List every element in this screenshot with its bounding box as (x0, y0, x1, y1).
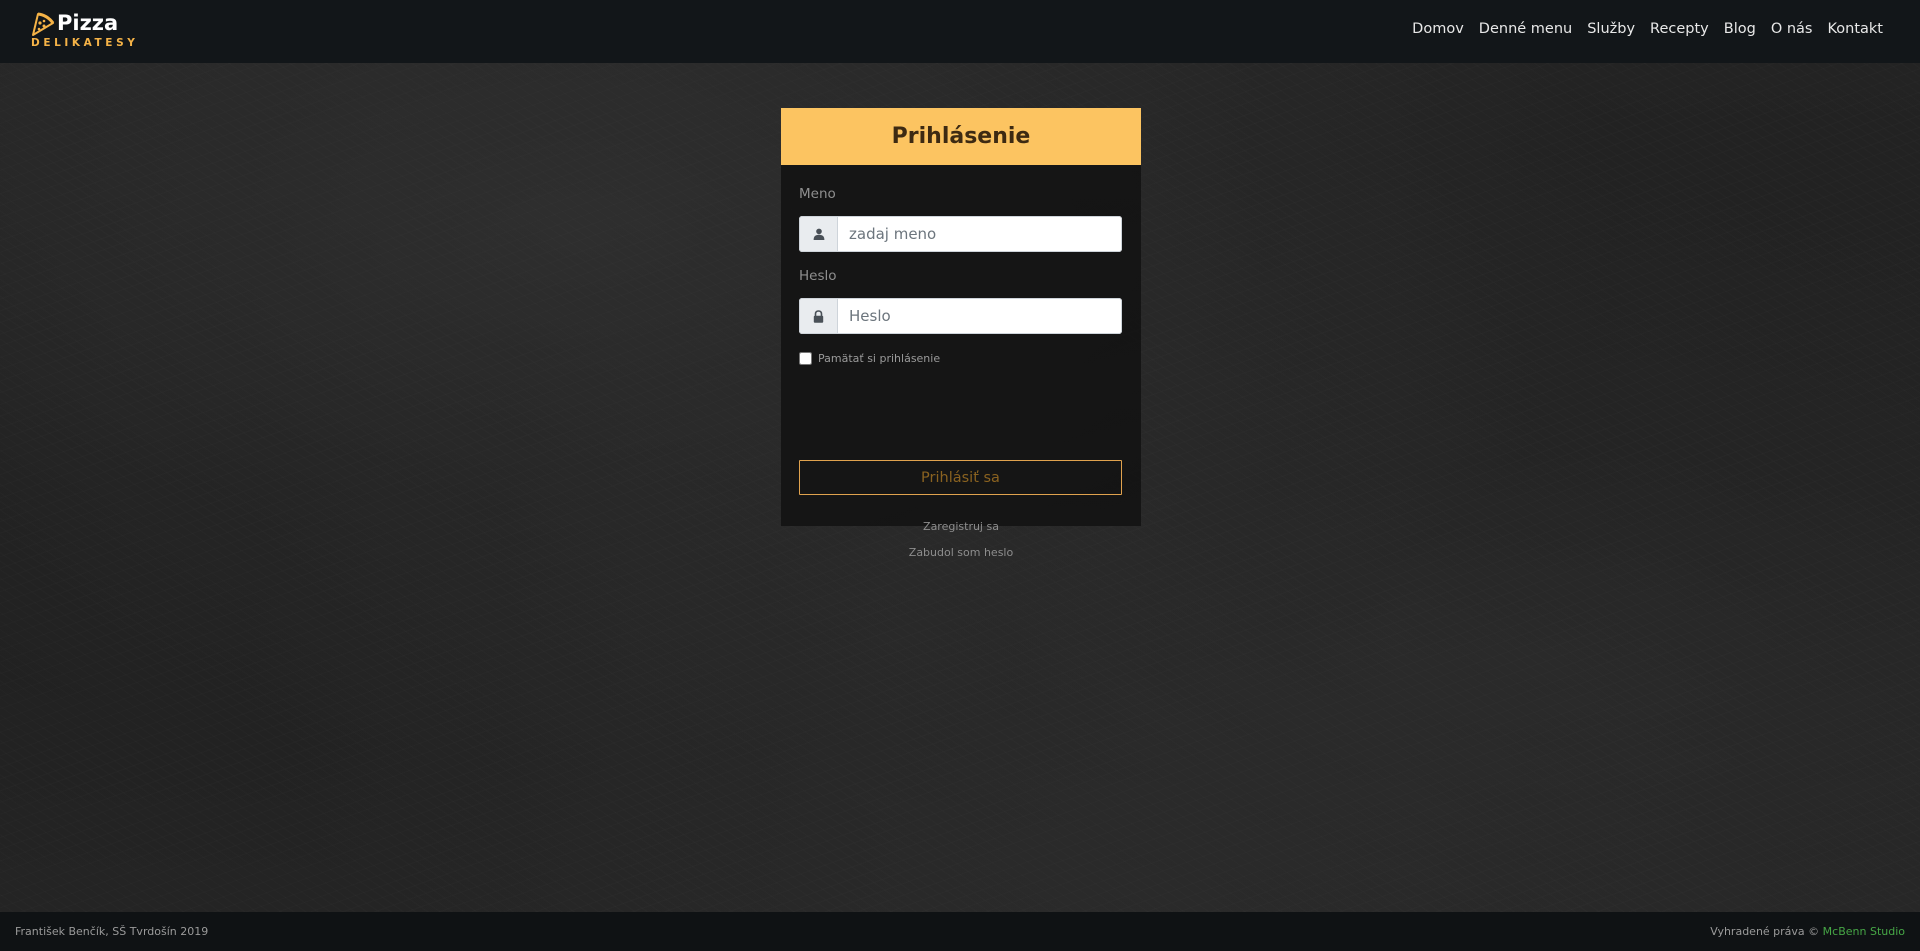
footer-author: František Benčík, SŠ Tvrdošín 2019 (15, 925, 209, 938)
forgot-password-link[interactable]: Zabudol som heslo (781, 546, 1141, 559)
username-input[interactable] (838, 216, 1122, 252)
login-card-header: Prihlásenie (781, 108, 1141, 165)
footer-rights: Vyhradené práva © McBenn Studio (1710, 925, 1905, 938)
username-input-group (799, 216, 1122, 252)
footer-rights-text: Vyhradené práva © (1710, 925, 1823, 938)
password-label: Heslo (799, 268, 837, 284)
pizza-slice-icon (30, 11, 56, 37)
nav-item-kontakt[interactable]: Kontakt (1827, 21, 1883, 37)
footer-studio-link[interactable]: McBenn Studio (1823, 925, 1905, 938)
nav-item-sluzby[interactable]: Služby (1587, 21, 1635, 37)
main-nav: Domov Denné menu Služby Recepty Blog O n… (1412, 21, 1883, 37)
login-card: Prihlásenie Meno Heslo P (781, 108, 1141, 559)
remember-checkbox[interactable] (799, 352, 812, 365)
login-title: Prihlásenie (891, 124, 1031, 149)
username-label: Meno (799, 186, 836, 202)
login-button[interactable]: Prihlásiť sa (799, 460, 1122, 495)
password-input[interactable] (838, 298, 1122, 334)
brand-name: Pizza (57, 11, 119, 35)
nav-item-o-nas[interactable]: O nás (1771, 21, 1813, 37)
nav-item-recepty[interactable]: Recepty (1650, 21, 1709, 37)
brand-logo[interactable]: Pizza DELIKATESY (30, 10, 145, 52)
top-navbar: Pizza DELIKATESY Domov Denné menu Služby… (0, 0, 1920, 63)
remember-label: Pamätať si prihlásenie (818, 352, 941, 365)
register-link[interactable]: Zaregistruj sa (781, 520, 1141, 533)
nav-item-denne-menu[interactable]: Denné menu (1479, 21, 1572, 37)
remember-me: Pamätať si prihlásenie (799, 352, 940, 365)
nav-item-blog[interactable]: Blog (1724, 21, 1756, 37)
user-icon (799, 216, 838, 252)
page-footer: František Benčík, SŠ Tvrdošín 2019 Vyhra… (0, 912, 1920, 951)
nav-item-domov[interactable]: Domov (1412, 21, 1464, 37)
lock-icon (799, 298, 838, 334)
password-input-group (799, 298, 1122, 334)
brand-subtitle: DELIKATESY (31, 37, 139, 49)
